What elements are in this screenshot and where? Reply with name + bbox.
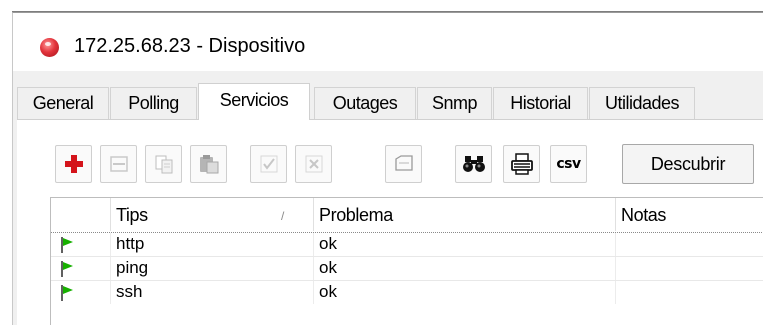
problema-cell: ok [314, 233, 616, 256]
tab-utilidades[interactable]: Utilidades [589, 87, 695, 119]
window-title: 172.25.68.23 - Dispositivo [74, 35, 306, 57]
copy-button[interactable] [145, 145, 182, 183]
table-row[interactable]: ping ok [51, 256, 763, 280]
status-cell [51, 257, 111, 280]
add-icon [64, 155, 83, 173]
discover-button[interactable]: Descubrir [622, 144, 754, 184]
copy-icon [155, 155, 172, 174]
comment-icon [394, 155, 413, 171]
tips-cell: ping [111, 257, 314, 280]
binoculars-icon [462, 156, 485, 172]
tab-bar: General Polling Servicios Outages Snmp H… [17, 83, 757, 120]
green-flag-icon [61, 261, 73, 277]
problema-cell: ok [314, 281, 616, 304]
tips-cell: http [111, 233, 314, 256]
services-table: Tips / Problema Notas http ok ping ok ss… [50, 197, 763, 325]
tab-general[interactable]: General [17, 87, 109, 119]
add-button[interactable] [55, 145, 92, 183]
tab-outages[interactable]: Outages [314, 87, 416, 119]
comment-button[interactable] [385, 145, 422, 183]
column-header-tips[interactable]: Tips / [111, 198, 314, 231]
green-flag-icon [61, 237, 73, 253]
problema-cell: ok [314, 257, 616, 280]
notas-cell [616, 257, 763, 280]
paste-icon [199, 155, 218, 174]
check-icon [260, 155, 277, 173]
tab-historial[interactable]: Historial [493, 87, 588, 119]
printer-icon [510, 153, 533, 175]
tab-polling[interactable]: Polling [110, 87, 197, 119]
csv-export-button[interactable]: csv [550, 145, 587, 183]
green-flag-icon [61, 285, 73, 301]
tab-servicios[interactable]: Servicios [198, 83, 310, 120]
print-button[interactable] [503, 145, 540, 183]
notas-cell [616, 233, 763, 256]
status-cell [51, 281, 111, 304]
table-row[interactable]: ssh ok [51, 280, 763, 304]
title-bar: 172.25.68.23 - Dispositivo [13, 13, 763, 71]
search-button[interactable] [455, 145, 492, 183]
column-header-notas[interactable]: Notas [616, 198, 763, 231]
notas-cell [616, 281, 763, 304]
app-icon [40, 38, 59, 57]
column-header-status[interactable] [51, 198, 111, 231]
remove-button[interactable] [100, 145, 137, 183]
column-header-problema[interactable]: Problema [314, 198, 616, 231]
cross-button[interactable] [295, 145, 332, 183]
csv-icon: csv [556, 156, 581, 172]
remove-icon [109, 156, 128, 172]
cross-icon [305, 155, 322, 173]
tips-cell: ssh [111, 281, 314, 304]
status-cell [51, 233, 111, 256]
check-button[interactable] [250, 145, 287, 183]
sort-indicator-icon: / [281, 209, 284, 223]
tab-snmp[interactable]: Snmp [417, 87, 492, 119]
paste-button[interactable] [190, 145, 227, 183]
table-row[interactable]: http ok [51, 232, 763, 256]
